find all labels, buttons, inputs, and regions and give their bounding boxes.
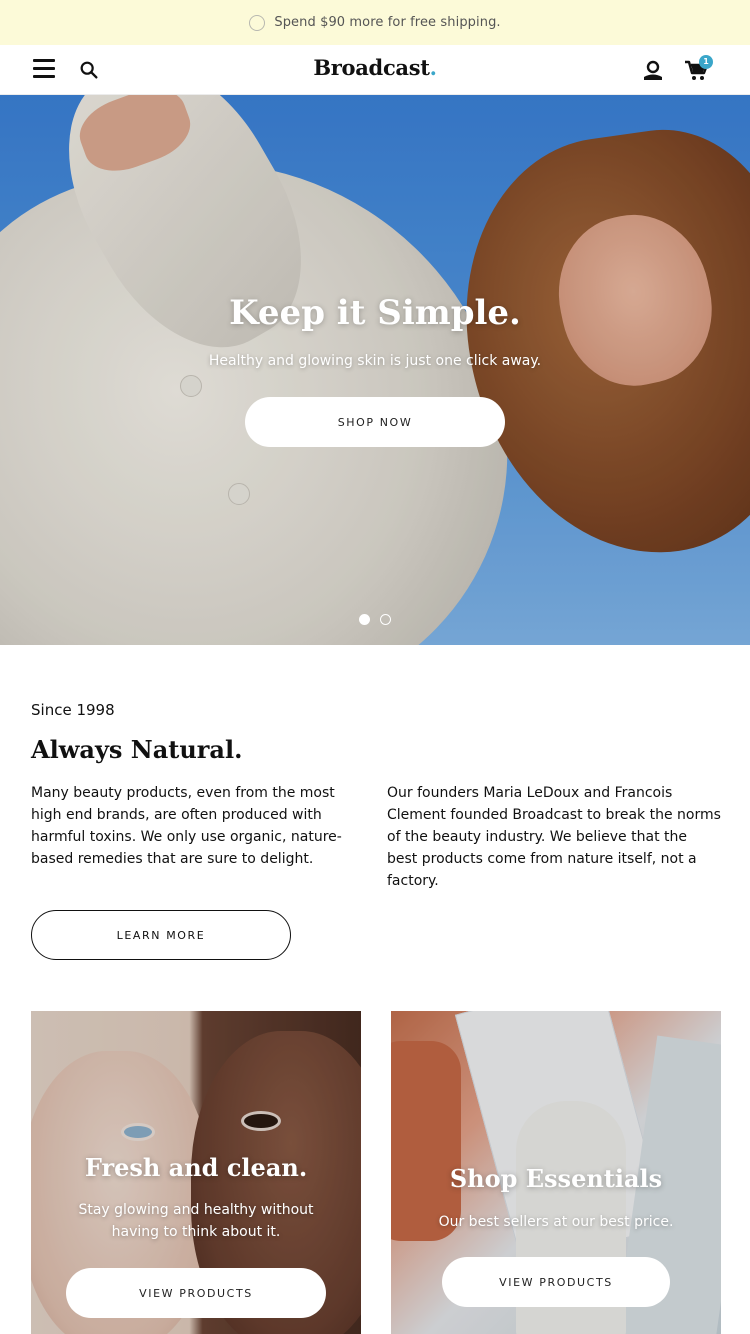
slide-dot-2[interactable] [380, 614, 391, 625]
hero-title: Keep it Simple. [229, 293, 521, 333]
card-title: Fresh and clean. [84, 1153, 308, 1182]
announcement-bar: Spend $90 more for free shipping. [0, 0, 750, 45]
logo-dot: . [429, 55, 437, 80]
promo-card-essentials: Shop Essentials Our best sellers at our … [391, 1011, 721, 1334]
cart-count-badge: 1 [699, 55, 713, 69]
hero-subtitle: Healthy and glowing skin is just one cli… [208, 353, 542, 369]
account-icon[interactable] [641, 58, 665, 82]
slide-dot-1[interactable] [359, 614, 370, 625]
about-title: Always Natural. [31, 735, 243, 764]
card-subtitle: Our best sellers at our best price. [438, 1214, 674, 1230]
about-text-left: Many beauty products, even from the most… [31, 785, 342, 867]
card-subtitle: Stay glowing and healthy without having … [78, 1202, 314, 1240]
hero-banner: Keep it Simple. Healthy and glowing skin… [0, 95, 750, 645]
logo-text: Broadcast [313, 55, 430, 80]
learn-more-button[interactable]: LEARN MORE [31, 910, 291, 960]
view-products-button[interactable]: VIEW PRODUCTS [442, 1257, 670, 1307]
site-header: Broadcast. 1 [0, 45, 750, 95]
view-products-button[interactable]: VIEW PRODUCTS [66, 1268, 326, 1318]
announcement-text: Spend $90 more for free shipping. [274, 15, 501, 30]
card-title: Shop Essentials [449, 1164, 663, 1193]
brand-logo[interactable]: Broadcast. [0, 55, 750, 80]
promo-card-fresh: Fresh and clean. Stay glowing and health… [31, 1011, 361, 1334]
shop-now-button[interactable]: SHOP NOW [245, 397, 505, 447]
slideshow-dots [359, 614, 391, 625]
about-text-right: Our founders Maria LeDoux and Francois C… [387, 785, 721, 889]
about-eyebrow: Since 1998 [31, 701, 115, 719]
shipping-progress-icon [249, 14, 266, 31]
hero-overlay [0, 95, 750, 645]
